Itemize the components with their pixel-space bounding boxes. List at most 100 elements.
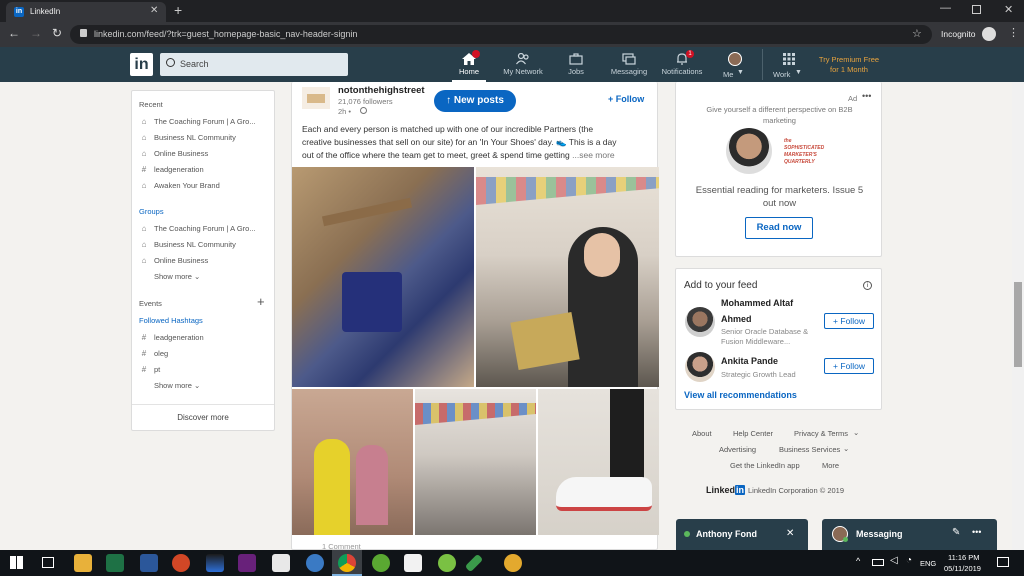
recent-item[interactable]: # leadgeneration: [139, 165, 204, 174]
forward-icon[interactable]: →: [30, 26, 42, 40]
post-author[interactable]: notonthehighstreet: [338, 85, 425, 96]
nav-work[interactable]: Work ▼: [772, 47, 806, 82]
follow-person-button[interactable]: + Follow: [824, 313, 874, 329]
more-options-icon[interactable]: •••: [972, 527, 981, 537]
avatar[interactable]: [685, 352, 715, 382]
bookmark-star-icon[interactable]: ☆: [912, 27, 922, 40]
post-photo-sneaker[interactable]: [538, 389, 659, 535]
hashtags-show-more-button[interactable]: Show more ⌄: [154, 381, 200, 390]
follow-person-button[interactable]: + Follow: [824, 358, 874, 374]
mail-icon[interactable]: [404, 554, 422, 572]
info-icon[interactable]: i: [863, 281, 872, 290]
wifi-icon[interactable]: ◔: [906, 555, 912, 566]
groups-show-more-button[interactable]: Show more ⌄: [154, 272, 200, 281]
minimize-icon[interactable]: —: [940, 2, 951, 14]
footer-link-privacy[interactable]: Privacy & Terms: [794, 429, 848, 438]
ad-person-photo[interactable]: [726, 128, 772, 174]
hashtag-item[interactable]: # pt: [139, 365, 161, 374]
address-bar[interactable]: linkedin.com/feed/?trk=guest_homepage-ba…: [70, 25, 932, 44]
premium-link[interactable]: Try Premium Free for 1 Month: [814, 55, 884, 75]
chat-tab-conversation[interactable]: Anthony Fond ✕: [676, 519, 808, 550]
nav-notifications[interactable]: 1 Notifications: [658, 47, 706, 82]
tray-chevron-up-icon[interactable]: ^: [856, 556, 860, 566]
photos-icon[interactable]: [206, 554, 224, 572]
browser-tab[interactable]: in LinkedIn ✕: [6, 2, 166, 22]
app-orange-icon[interactable]: [504, 554, 522, 572]
read-now-button[interactable]: Read now: [745, 217, 813, 239]
app-pen-icon[interactable]: [464, 553, 484, 573]
follow-button[interactable]: + Follow: [608, 94, 644, 104]
ad-brand-logo[interactable]: the SOPHISTICATED MARKETER'S QUARTERLY: [784, 138, 832, 166]
clock-time[interactable]: 11:16 PM: [948, 553, 980, 562]
post-photo-workshop[interactable]: [292, 167, 474, 387]
nav-jobs[interactable]: Jobs: [562, 47, 590, 82]
pdf-reader-icon[interactable]: [272, 554, 290, 572]
footer-link-advertising[interactable]: Advertising: [719, 445, 756, 454]
visual-studio-icon[interactable]: [238, 554, 256, 572]
hashtag-item[interactable]: # leadgeneration: [139, 333, 204, 342]
nav-me[interactable]: Me ▼: [720, 47, 750, 82]
events-title[interactable]: Events: [139, 299, 162, 308]
battery-icon[interactable]: [872, 559, 884, 566]
page-scrollbar[interactable]: [1012, 82, 1024, 550]
person-name-line-1[interactable]: Mohammed Altaf: [721, 298, 793, 308]
incognito-icon[interactable]: [982, 27, 996, 41]
maximize-icon[interactable]: [972, 5, 981, 14]
nav-my-network[interactable]: My Network: [498, 47, 548, 82]
recent-item[interactable]: ⌂ Online Business: [139, 149, 209, 158]
recent-item[interactable]: ⌂ Awaken Your Brand: [139, 181, 220, 190]
chrome-icon[interactable]: [338, 554, 356, 572]
nav-home[interactable]: Home: [452, 47, 486, 82]
footer-link-business-services[interactable]: Business Services: [779, 445, 840, 454]
followed-hashtags-title[interactable]: Followed Hashtags: [139, 316, 203, 325]
group-item[interactable]: ⌂ Online Business: [139, 256, 209, 265]
language-indicator[interactable]: ENG: [920, 559, 936, 568]
post-photo-woman-smiling[interactable]: [476, 167, 659, 387]
back-icon[interactable]: ←: [8, 26, 20, 40]
add-event-icon[interactable]: +: [257, 294, 265, 309]
task-view-icon[interactable]: [42, 557, 54, 568]
messaging-bar[interactable]: Messaging ✎ •••: [822, 519, 997, 550]
recent-item[interactable]: ⌂ Business NL Community: [139, 133, 236, 142]
linkedin-logo[interactable]: in: [130, 53, 153, 76]
post-photo-two-women[interactable]: [292, 389, 413, 535]
powerpoint-icon[interactable]: [172, 554, 190, 572]
clock-date[interactable]: 05/11/2019: [944, 564, 981, 573]
new-posts-button[interactable]: ↑ New posts: [434, 90, 516, 112]
scrollbar-thumb[interactable]: [1014, 282, 1022, 367]
avatar[interactable]: [685, 307, 715, 337]
post-photo-office[interactable]: [415, 389, 536, 535]
new-tab-icon[interactable]: +: [174, 2, 182, 18]
vpn-icon[interactable]: [306, 554, 324, 572]
reload-icon[interactable]: ↻: [52, 26, 62, 40]
footer-link-app[interactable]: Get the LinkedIn app: [730, 461, 800, 470]
search-input[interactable]: Search: [160, 53, 348, 76]
volume-icon[interactable]: ◁: [890, 555, 898, 566]
excel-icon[interactable]: [106, 554, 124, 572]
browser-menu-icon[interactable]: ⋮: [1008, 26, 1019, 39]
hashtag-item[interactable]: # oleg: [139, 349, 168, 358]
app-green-icon[interactable]: [438, 554, 456, 572]
word-icon[interactable]: [140, 554, 158, 572]
notification-center-icon[interactable]: [997, 557, 1009, 567]
author-logo[interactable]: [302, 87, 330, 109]
person-name-line-2[interactable]: Ahmed: [721, 314, 752, 324]
ad-options-icon[interactable]: •••: [862, 91, 871, 101]
windows-start-icon[interactable]: [10, 556, 23, 569]
recent-item[interactable]: ⌂ The Coaching Forum | A Gro...: [139, 117, 256, 126]
person-name-line-1[interactable]: Ankita Pande: [721, 356, 778, 366]
footer-link-help-center[interactable]: Help Center: [733, 429, 773, 438]
tab-close-icon[interactable]: ✕: [150, 5, 158, 16]
group-item[interactable]: ⌂ Business NL Community: [139, 240, 236, 249]
close-chat-icon[interactable]: ✕: [786, 528, 794, 539]
discover-more-button[interactable]: Discover more: [132, 413, 274, 422]
footer-link-about[interactable]: About: [692, 429, 712, 438]
nav-messaging[interactable]: Messaging: [608, 47, 650, 82]
compose-icon[interactable]: ✎: [952, 527, 960, 538]
file-explorer-icon[interactable]: [74, 554, 92, 572]
group-item[interactable]: ⌂ The Coaching Forum | A Gro...: [139, 224, 256, 233]
see-more-link[interactable]: ...see more: [572, 150, 615, 160]
incognito-label[interactable]: Incognito: [941, 29, 976, 39]
close-window-icon[interactable]: ✕: [1004, 3, 1013, 16]
footer-link-more[interactable]: More: [822, 461, 839, 470]
